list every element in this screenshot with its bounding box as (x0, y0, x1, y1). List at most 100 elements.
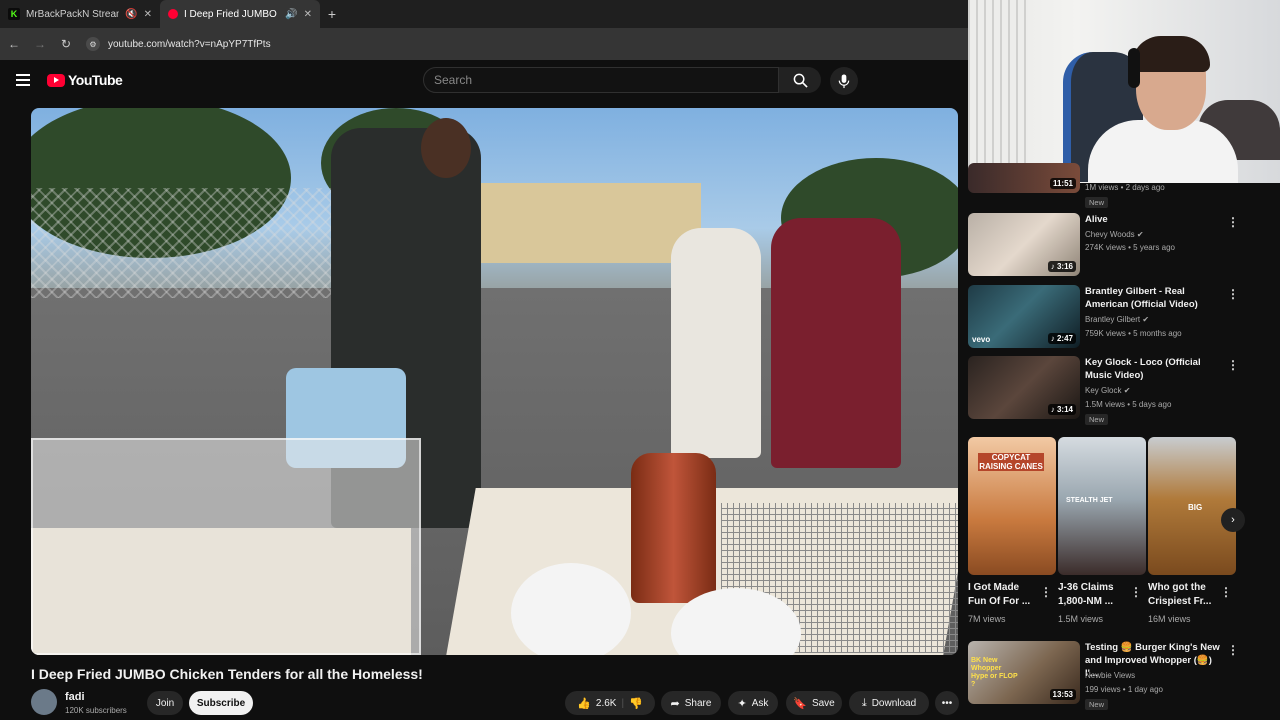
recommendation-item[interactable]: ♪ 3:16 Alive Chevy Woods ✔ 274K views • … (968, 213, 1268, 279)
channel-text: Key Glock (1085, 386, 1122, 395)
kick-icon: K (8, 8, 20, 20)
video-meta: 1M views • 2 days ago (1085, 183, 1165, 192)
url-text: youtube.com/watch?v=nApYP7TfPts (108, 38, 271, 50)
more-vertical-icon[interactable]: ⋮ (1040, 585, 1052, 599)
video-scene-building (471, 183, 701, 263)
channel-name[interactable]: Newbie Views (1085, 671, 1135, 680)
menu-icon[interactable] (16, 74, 30, 86)
ask-button[interactable]: ✦ Ask (728, 691, 778, 715)
forward-arrow-icon[interactable]: → (34, 37, 46, 51)
voice-search-button[interactable] (830, 67, 858, 95)
site-info-icon[interactable]: ⚙ (86, 37, 100, 51)
subscribe-button[interactable]: Subscribe (189, 691, 253, 715)
short-thumbnail[interactable]: COPYCAT RAISING CANES (968, 437, 1056, 575)
save-button[interactable]: 🔖 Save (786, 691, 842, 715)
video-scene-person (671, 228, 761, 458)
video-scene-plate (511, 563, 631, 655)
video-title[interactable]: Alive (1085, 213, 1225, 226)
verified-icon: ✔ (1142, 315, 1150, 324)
youtube-logo[interactable]: YouTube (47, 72, 123, 88)
duration-text: 3:14 (1056, 405, 1073, 414)
chevron-right-icon: › (1231, 514, 1235, 526)
short-thumbnail[interactable]: STEALTH JET (1058, 437, 1146, 575)
video-title: I Deep Fried JUMBO Chicken Tenders for a… (31, 666, 423, 682)
search-button[interactable] (779, 67, 821, 93)
video-title[interactable]: Brantley Gilbert - Real American (Offici… (1085, 285, 1225, 311)
duration-badge: ♪ 3:14 (1047, 404, 1076, 415)
close-icon[interactable]: ✕ (304, 9, 312, 20)
browser-tab-bar: K MrBackPackN Stream - Wa 🔇 ✕ I Deep Fri… (0, 0, 968, 28)
url-field[interactable]: ⚙ youtube.com/watch?v=nApYP7TfPts (86, 32, 271, 56)
channel-name[interactable]: Brantley Gilbert ✔ (1085, 315, 1149, 324)
short-overlay-text: STEALTH JET (1066, 497, 1113, 504)
duration-badge: ♪ 3:16 (1047, 261, 1076, 272)
video-meta: 1.5M views • 5 days ago (1085, 400, 1172, 409)
back-arrow-icon[interactable]: ← (8, 37, 20, 51)
recommendation-item[interactable]: ♪ 3:14 Key Glock - Loco (Official Music … (968, 356, 1268, 425)
short-views: 1.5M views (1058, 614, 1104, 624)
video-scene-container (31, 438, 421, 655)
tab-title: I Deep Fried JUMBO Chick (184, 8, 279, 20)
like-dislike-group: 👍 2.6K | 👎 (565, 691, 655, 715)
webcam-hair (1132, 36, 1210, 72)
tab-title: MrBackPackN Stream - Wa (26, 8, 119, 20)
recommendation-item[interactable]: vevo ♪ 2:47 Brantley Gilbert - Real Amer… (968, 285, 1268, 351)
new-badge: New (1085, 414, 1109, 425)
more-vertical-icon[interactable]: ⋮ (1220, 585, 1232, 599)
like-count[interactable]: 2.6K (596, 698, 617, 709)
duration-badge: ♪ 2:47 (1047, 333, 1076, 344)
search-input[interactable]: Search (423, 67, 779, 93)
short-overlay-text: BIG (1188, 503, 1203, 512)
video-player[interactable] (31, 108, 958, 655)
mute-icon[interactable]: 🔇 (125, 9, 137, 20)
vevo-label: vevo (972, 335, 991, 344)
channel-name[interactable]: Key Glock ✔ (1085, 386, 1130, 395)
recommendation-item[interactable]: 11:51 1M views • 2 days ago New (968, 163, 1268, 208)
video-actions-row: fadi 120K subscribers Join Subscribe 👍 2… (31, 689, 961, 719)
download-button[interactable]: ⤓ Download (849, 691, 929, 715)
video-thumbnail[interactable]: ♪ 3:16 (968, 213, 1080, 276)
screen: K MrBackPackN Stream - Wa 🔇 ✕ I Deep Fri… (0, 0, 1280, 720)
next-arrow-button[interactable]: › (1221, 508, 1245, 532)
browser-tab[interactable]: K MrBackPackN Stream - Wa 🔇 ✕ (0, 0, 160, 28)
more-actions-button[interactable]: ••• (935, 691, 959, 715)
thumbs-down-icon[interactable]: 👎 (629, 697, 643, 710)
speaker-icon[interactable]: 🔊 (285, 9, 297, 20)
channel-name[interactable]: fadi (65, 691, 85, 703)
more-vertical-icon[interactable]: ⋮ (1130, 585, 1142, 599)
short-title[interactable]: Who got the Crispiest Fr... (1148, 581, 1220, 609)
thumbs-up-icon[interactable]: 👍 (577, 697, 591, 710)
new-tab-button[interactable]: + (320, 6, 344, 22)
short-title[interactable]: J-36 Claims 1,800-NM ... (1058, 581, 1130, 609)
short-title[interactable]: I Got Made Fun Of For ... (968, 581, 1040, 609)
more-vertical-icon[interactable]: ⋮ (1227, 287, 1239, 301)
share-button[interactable]: ➦ Share (661, 691, 721, 715)
download-icon: ⤓ (861, 696, 867, 709)
share-icon: ➦ (670, 697, 680, 710)
close-icon[interactable]: ✕ (144, 9, 152, 20)
youtube-icon (168, 9, 178, 19)
video-meta: 759K views • 5 months ago (1085, 329, 1182, 338)
more-vertical-icon[interactable]: ⋮ (1227, 215, 1239, 229)
video-thumbnail[interactable]: BK New Whopper Hype or FLOP ? 13:53 (968, 641, 1080, 704)
verified-icon: ✔ (1123, 386, 1131, 395)
reload-icon[interactable]: ↻ (60, 37, 72, 51)
video-thumbnail[interactable]: 11:51 (968, 163, 1080, 193)
join-button[interactable]: Join (147, 691, 183, 715)
new-badge: New (1085, 699, 1109, 710)
recommendation-item[interactable]: BK New Whopper Hype or FLOP ? 13:53 Test… (968, 641, 1268, 720)
short-thumbnail[interactable]: BIG (1148, 437, 1236, 575)
save-label: Save (811, 697, 835, 709)
more-vertical-icon[interactable]: ⋮ (1227, 358, 1239, 372)
video-thumbnail[interactable]: vevo ♪ 2:47 (968, 285, 1080, 348)
more-vertical-icon[interactable]: ⋮ (1227, 643, 1239, 657)
video-thumbnail[interactable]: ♪ 3:14 (968, 356, 1080, 419)
address-bar: ← → ↻ ⚙ youtube.com/watch?v=nApYP7TfPts (0, 28, 968, 60)
channel-name[interactable]: Chevy Woods ✔ (1085, 230, 1144, 239)
video-meta: 199 views • 1 day ago (1085, 685, 1163, 694)
ask-label: Ask (751, 697, 769, 709)
browser-tab-active[interactable]: I Deep Fried JUMBO Chick 🔊 ✕ (160, 0, 320, 28)
channel-avatar[interactable] (31, 689, 57, 715)
video-title[interactable]: Key Glock - Loco (Official Music Video) (1085, 356, 1225, 382)
channel-text: Brantley Gilbert (1085, 315, 1141, 324)
